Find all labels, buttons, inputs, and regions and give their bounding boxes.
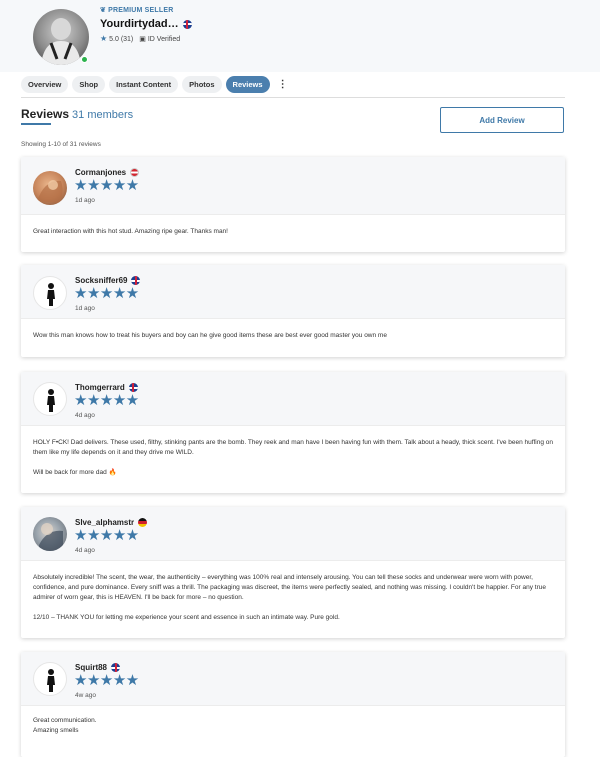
uk-flag-icon [111, 663, 121, 672]
reviewer-avatar[interactable] [33, 171, 67, 205]
reviewer-name[interactable]: Thomgerrard [75, 383, 138, 392]
review-text: HOLY F•CK! Dad delivers. These used, fil… [33, 439, 553, 476]
profile-tabs: Overview Shop Instant Content Photos Rev… [21, 74, 292, 94]
reviewer-avatar[interactable] [33, 517, 67, 551]
seller-meta: ★ 5.0 (31) ▣ ID Verified [100, 34, 181, 43]
rating-stars: ★★★★★ [74, 672, 139, 689]
tab-shop[interactable]: Shop [72, 75, 106, 93]
rating-stars: ★★★★★ [74, 177, 139, 194]
more-options-icon[interactable]: ⋮ [274, 79, 292, 90]
review-time: 4d ago [75, 412, 95, 419]
seller-avatar[interactable] [33, 9, 89, 65]
review-text: Absolutely incredible! The scent, the we… [33, 574, 546, 621]
review-time: 4w ago [75, 692, 96, 699]
tabs-divider [21, 97, 565, 98]
online-status-dot [81, 56, 88, 63]
seller-header: ❦ PREMIUM SELLER Yourdirtydad… ★ 5.0 (31… [0, 0, 600, 72]
reviews-heading: Reviews 31 members [21, 107, 134, 121]
reviewer-avatar[interactable] [33, 276, 67, 310]
review-time: 1d ago [75, 305, 95, 312]
germany-flag-icon [138, 518, 148, 527]
reviewer-avatar[interactable] [33, 382, 67, 416]
review-text: Wow this man knows how to treat his buye… [33, 332, 387, 339]
reviewer-name[interactable]: Cormanjones [75, 168, 140, 177]
review-card: Cormanjones ★★★★★ 1d ago Great interacti… [21, 157, 565, 252]
austria-flag-icon [130, 168, 140, 177]
rating-stars: ★★★★★ [74, 392, 139, 409]
rating-stars: ★★★★★ [74, 285, 139, 302]
uk-flag-icon [128, 383, 138, 392]
reviewer-name[interactable]: Slve_alphamstr [75, 518, 148, 527]
rating-stars: ★★★★★ [74, 527, 139, 544]
reviewer-photo-icon [37, 180, 63, 203]
review-time: 4d ago [75, 547, 95, 554]
review-card: Slve_alphamstr ★★★★★ 4d ago Absolutely i… [21, 507, 565, 638]
add-review-button[interactable]: Add Review [440, 107, 564, 133]
heading-underline [21, 123, 51, 125]
reviewer-photo-icon [39, 523, 63, 551]
reviewer-avatar[interactable] [33, 662, 67, 696]
review-card: Socksniffer69 ★★★★★ 1d ago Wow this man … [21, 265, 565, 357]
uk-flag-icon [131, 276, 141, 285]
reviews-count: 31 members [72, 109, 134, 121]
person-silhouette-icon [47, 669, 55, 692]
id-card-icon: ▣ [139, 35, 146, 43]
premium-seller-badge: ❦ PREMIUM SELLER [100, 6, 174, 15]
review-header: Socksniffer69 ★★★★★ 1d ago [21, 265, 565, 319]
person-silhouette-icon [47, 283, 55, 306]
review-header: Squirt88 ★★★★★ 4w ago [21, 652, 565, 706]
tab-reviews[interactable]: Reviews [225, 75, 270, 93]
premium-badge-icon: ❦ [100, 7, 107, 14]
review-time: 1d ago [75, 197, 95, 204]
review-header: Cormanjones ★★★★★ 1d ago [21, 157, 565, 215]
tab-instant-content[interactable]: Instant Content [109, 75, 179, 93]
person-silhouette-icon [47, 389, 55, 412]
star-icon: ★ [100, 34, 108, 43]
review-card: Squirt88 ★★★★★ 4w ago Great communicatio… [21, 652, 565, 757]
seller-name[interactable]: Yourdirtydad… [100, 18, 192, 30]
review-text: Great communication. Amazing smells [33, 717, 97, 734]
review-card: Thomgerrard ★★★★★ 4d ago HOLY F•CK! Dad … [21, 372, 565, 493]
reviewer-name[interactable]: Socksniffer69 [75, 276, 141, 285]
review-text: Great interaction with this hot stud. Am… [33, 228, 228, 235]
review-header: Slve_alphamstr ★★★★★ 4d ago [21, 507, 565, 561]
tab-photos[interactable]: Photos [182, 75, 222, 93]
tab-overview[interactable]: Overview [21, 75, 69, 93]
showing-count: Showing 1-10 of 31 reviews [21, 141, 101, 148]
uk-flag-icon [182, 19, 192, 29]
review-header: Thomgerrard ★★★★★ 4d ago [21, 372, 565, 426]
reviewer-name[interactable]: Squirt88 [75, 663, 121, 672]
